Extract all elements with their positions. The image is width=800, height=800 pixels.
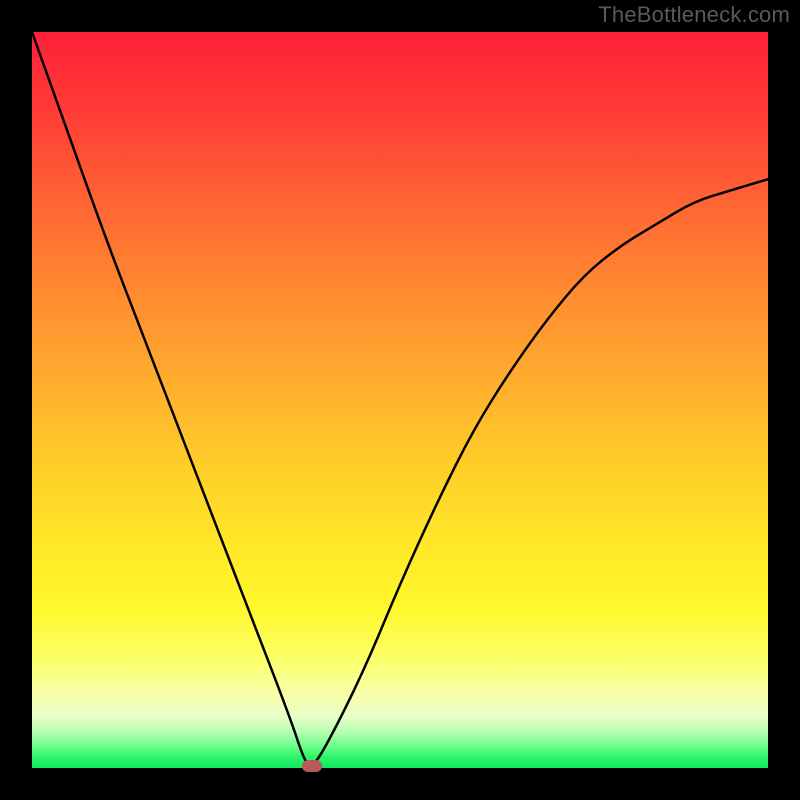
bottleneck-curve [32, 32, 768, 765]
curve-svg [32, 32, 768, 768]
plot-area [32, 32, 768, 768]
chart-frame: TheBottleneck.com [0, 0, 800, 800]
attribution-text: TheBottleneck.com [598, 2, 790, 28]
minimum-marker [302, 760, 322, 772]
